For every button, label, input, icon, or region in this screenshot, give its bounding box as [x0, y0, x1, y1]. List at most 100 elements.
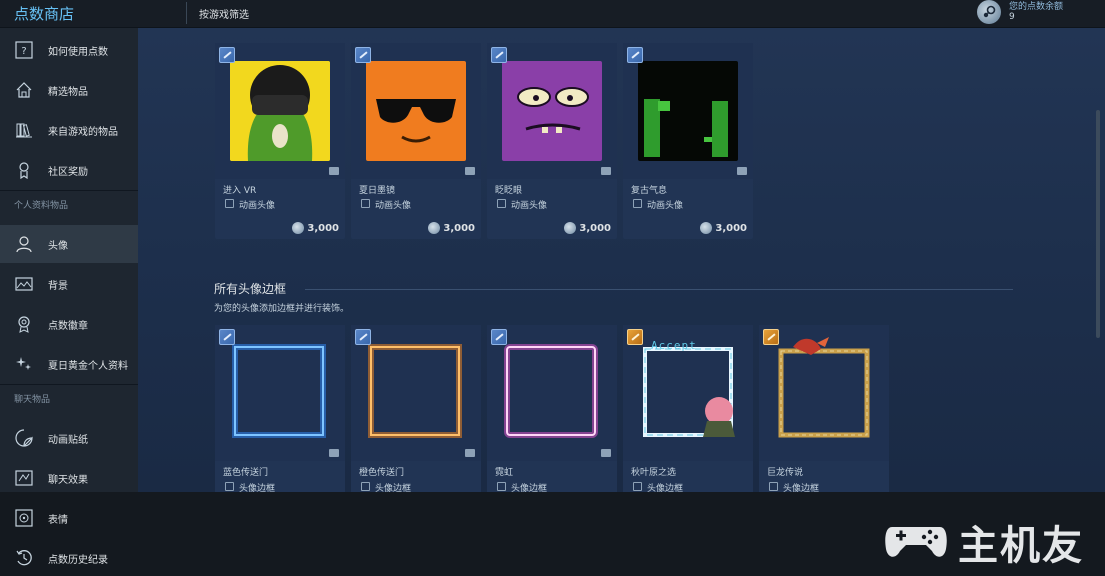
sidebar-item-points-badge[interactable]: 点数徽章: [0, 305, 138, 343]
sidebar-item-label: 点数徽章: [48, 320, 88, 332]
points-coin-icon: [700, 222, 713, 234]
animated-badge-icon: [491, 47, 507, 63]
frame-card[interactable]: 巨龙传说 头像边框: [759, 325, 889, 495]
avatar-card[interactable]: 复古气息 动画头像 3,000: [623, 43, 753, 239]
item-name: 夏日墨镜: [359, 186, 396, 196]
animated-badge-icon: [627, 47, 643, 63]
item-price[interactable]: 3,000: [292, 222, 339, 234]
sidebar-item-emoticons[interactable]: 表情: [0, 498, 138, 538]
avatar-type-icon: [497, 199, 506, 208]
item-name: 巨龙传说: [767, 468, 804, 478]
sidebar-item-summer-profile[interactable]: 夏日黄金个人资料: [0, 345, 138, 383]
sidebar-item-community-rewards[interactable]: 社区奖励: [0, 151, 138, 189]
item-price[interactable]: 3,000: [428, 222, 475, 234]
frame-type-icon: [497, 482, 506, 491]
avatar-type-icon: [361, 199, 370, 208]
item-name: 进入 VR: [223, 186, 257, 196]
item-name: 霓虹: [495, 468, 514, 478]
avatar-image-wink: [502, 61, 602, 161]
card-thumbnail: [351, 43, 481, 179]
item-name: 蓝色传送门: [223, 468, 269, 478]
animated-badge-icon: [491, 329, 507, 345]
background-icon: [14, 274, 34, 294]
card-thumbnail: [351, 325, 481, 461]
avatar-card[interactable]: 眨眨眼 动画头像 3,000: [487, 43, 617, 239]
preview-icon[interactable]: [465, 167, 475, 175]
history-icon: [14, 548, 34, 568]
item-type: 动画头像: [375, 201, 412, 211]
frame-card[interactable]: 蓝色传送门 头像边框: [215, 325, 345, 495]
preview-icon[interactable]: [737, 167, 747, 175]
card-thumbnail: [487, 325, 617, 461]
card-thumbnail: [487, 43, 617, 179]
sidebar-item-points-history[interactable]: 点数历史纪录: [0, 538, 138, 576]
points-coin-icon: [292, 222, 305, 234]
animated-badge-icon: [355, 329, 371, 345]
card-thumbnail: [623, 43, 753, 179]
animated-badge-icon: [355, 47, 371, 63]
preview-icon[interactable]: [329, 449, 339, 457]
item-price[interactable]: 3,000: [564, 222, 611, 234]
item-name: 橙色传送门: [359, 468, 405, 478]
avatar-card[interactable]: 进入 VR 动画头像 3,000: [215, 43, 345, 239]
item-type: 动画头像: [511, 201, 548, 211]
frame-image-dragon: [778, 337, 870, 438]
frame-card[interactable]: Accept 秋叶原之选 头像边框: [623, 325, 753, 495]
sidebar-item-from-games[interactable]: 来自游戏的物品: [0, 111, 138, 149]
sidebar: ? 如何使用点数 精选物品 来自游戏的物品 社区奖励 个人资料物品 头像 背景: [0, 28, 138, 492]
price-value: 3,000: [579, 222, 611, 234]
scrollbar[interactable]: [1096, 110, 1100, 338]
frame-type-icon: [361, 482, 370, 491]
points-coin-icon: [428, 222, 441, 234]
preview-icon[interactable]: [465, 449, 475, 457]
section-subtitle: 为您的头像添加边框并进行装饰。: [214, 304, 350, 314]
sidebar-item-background[interactable]: 背景: [0, 265, 138, 303]
chat-effect-icon: [14, 468, 34, 488]
sidebar-item-label: 夏日黄金个人资料: [48, 360, 128, 372]
sidebar-item-label: 如何使用点数: [48, 46, 108, 58]
trophy-icon: [14, 160, 34, 180]
item-name: 秋叶原之选: [631, 468, 677, 478]
frame-type-icon: [633, 482, 642, 491]
watermark-overlay: 主机友: [884, 517, 1094, 569]
item-name: 眨眨眼: [495, 186, 523, 196]
animated-badge-icon: [219, 47, 235, 63]
points-coin-icon: [564, 222, 577, 234]
sidebar-item-label: 社区奖励: [48, 166, 88, 178]
sidebar-item-label: 背景: [48, 280, 68, 292]
store-title[interactable]: 点数商店: [14, 3, 74, 24]
sidebar-section-profile: 个人资料物品: [0, 190, 138, 220]
avatar-image-sunglasses: [366, 61, 466, 161]
home-icon: [14, 80, 34, 100]
sidebar-item-featured[interactable]: 精选物品: [0, 71, 138, 109]
preview-icon[interactable]: [329, 167, 339, 175]
sidebar-item-animated-stickers[interactable]: 动画贴纸: [0, 419, 138, 457]
sidebar-item-label: 点数历史纪录: [48, 554, 108, 566]
item-type: 动画头像: [239, 201, 276, 211]
frame-image-orange-portal: [368, 344, 462, 438]
avatar-card[interactable]: 夏日墨镜 动画头像 3,000: [351, 43, 481, 239]
sidebar-item-how-to-use[interactable]: ? 如何使用点数: [0, 31, 138, 69]
preview-icon[interactable]: [601, 167, 611, 175]
avatar-type-icon: [633, 199, 642, 208]
frame-card[interactable]: 霓虹 头像边框: [487, 325, 617, 495]
sidebar-item-label: 表情: [48, 514, 68, 526]
item-name: 复古气息: [631, 186, 668, 196]
sticker-icon: [14, 428, 34, 448]
watermark-text: 主机友: [958, 523, 1084, 569]
sidebar-item-label: 精选物品: [48, 86, 88, 98]
frame-card[interactable]: 橙色传送门 头像边框: [351, 325, 481, 495]
filter-by-game-button[interactable]: 按游戏筛选: [199, 6, 249, 21]
frame-image-blue-portal: [232, 344, 326, 438]
item-price[interactable]: 3,000: [700, 222, 747, 234]
avatar-icon: [14, 234, 34, 254]
sidebar-item-avatar[interactable]: 头像: [0, 225, 138, 263]
frame-type-icon: [225, 482, 234, 491]
price-value: 3,000: [443, 222, 475, 234]
card-thumbnail: Accept: [623, 325, 753, 461]
svg-text:?: ?: [21, 46, 26, 57]
preview-icon[interactable]: [601, 449, 611, 457]
emoticon-icon: [14, 508, 34, 528]
points-balance-value: 9: [1009, 12, 1015, 22]
avatar-type-icon: [225, 199, 234, 208]
